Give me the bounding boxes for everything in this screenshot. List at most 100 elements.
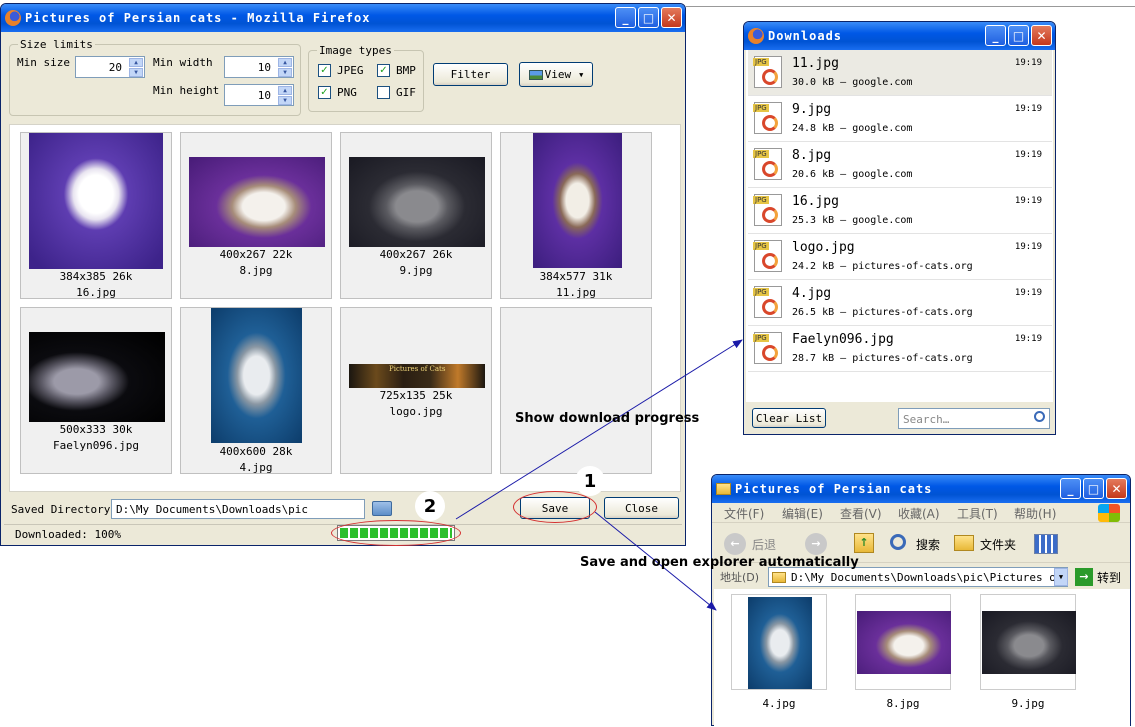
- download-item[interactable]: JPG Faelyn096.jpg 28.7 kB — pictures-of-…: [748, 326, 1052, 372]
- spin-up-icon[interactable]: ▲: [278, 58, 292, 67]
- download-name: 11.jpg: [792, 56, 839, 71]
- firefox-icon: [748, 28, 764, 44]
- maximize-button[interactable]: □: [638, 7, 659, 28]
- spin-up-icon[interactable]: ▲: [278, 86, 292, 95]
- download-name: 9.jpg: [792, 102, 832, 117]
- download-item[interactable]: JPG 16.jpg 25.3 kB — google.com 19:19: [748, 188, 1052, 234]
- image-filename: Faelyn096.jpg: [52, 439, 140, 452]
- gif-checkbox[interactable]: [377, 86, 390, 99]
- forward-arrow-icon[interactable]: →: [805, 533, 827, 555]
- image-cell-faelyn[interactable]: 500x333 30k Faelyn096.jpg: [20, 307, 172, 474]
- image-cell-16[interactable]: 384x385 26k 16.jpg: [20, 132, 172, 299]
- download-name: Faelyn096.jpg: [792, 332, 894, 347]
- maximize-button[interactable]: □: [1083, 478, 1104, 499]
- firefox-titlebar[interactable]: Pictures of Persian cats - Mozilla Firef…: [1, 4, 685, 32]
- image-dims: 400x267 22k: [219, 248, 293, 261]
- cat-photo-9: [349, 157, 485, 247]
- image-cell-8[interactable]: 400x267 22k 8.jpg: [180, 132, 332, 299]
- explorer-titlebar[interactable]: Pictures of Persian cats _ □ ✕: [712, 475, 1130, 503]
- go-label[interactable]: 转到: [1097, 569, 1121, 586]
- firefox-icon: [5, 10, 21, 26]
- image-cell-4[interactable]: 400x600 28k 4.jpg: [180, 307, 332, 474]
- cat-photo-4: [748, 597, 812, 689]
- saved-directory-input[interactable]: D:\My Documents\Downloads\pic: [111, 499, 365, 519]
- spin-down-icon[interactable]: ▼: [278, 68, 292, 77]
- explorer-title: Pictures of Persian cats: [735, 482, 933, 496]
- minimize-button[interactable]: _: [615, 7, 636, 28]
- download-time: 19:19: [1014, 334, 1042, 344]
- menu-view[interactable]: 查看(V): [840, 505, 882, 522]
- search-label[interactable]: 搜索: [916, 536, 940, 553]
- folders-label[interactable]: 文件夹: [980, 536, 1016, 553]
- file-name-8[interactable]: 8.jpg: [855, 697, 951, 710]
- spin-down-icon[interactable]: ▼: [129, 68, 143, 77]
- close-window-button[interactable]: ✕: [1106, 478, 1127, 499]
- saved-directory-value: D:\My Documents\Downloads\pic: [116, 503, 309, 516]
- jpeg-checkbox[interactable]: ✓: [318, 64, 331, 77]
- download-info: 24.2 kB — pictures-of-cats.org: [792, 261, 973, 272]
- back-label[interactable]: 后退: [752, 536, 776, 553]
- downloads-list[interactable]: JPG 11.jpg 30.0 kB — google.com 19:19 JP…: [746, 50, 1053, 402]
- minimize-button[interactable]: _: [1060, 478, 1081, 499]
- menu-tools[interactable]: 工具(T): [957, 505, 998, 522]
- close-window-button[interactable]: ✕: [1031, 25, 1052, 46]
- image-cell-logo[interactable]: Pictures of Cats 725x135 25k logo.jpg: [340, 307, 492, 474]
- download-item[interactable]: JPG logo.jpg 24.2 kB — pictures-of-cats.…: [748, 234, 1052, 280]
- min-height-spinner[interactable]: 10 ▲ ▼: [224, 84, 294, 106]
- png-label: PNG: [337, 86, 357, 99]
- image-cell-11[interactable]: 384x577 31k 11.jpg: [500, 132, 652, 299]
- menu-favorites[interactable]: 收藏(A): [898, 505, 940, 522]
- image-gallery[interactable]: 384x385 26k 16.jpg 400x267 22k 8.jpg 400…: [9, 124, 681, 492]
- image-types-group: Image types: [308, 44, 424, 112]
- download-name: 4.jpg: [792, 286, 832, 301]
- spin-down-icon[interactable]: ▼: [278, 96, 292, 105]
- download-item[interactable]: JPG 9.jpg 24.8 kB — google.com 19:19: [748, 96, 1052, 142]
- go-arrow-icon[interactable]: →: [1075, 568, 1093, 586]
- search-icon[interactable]: [890, 534, 906, 550]
- up-folder-icon[interactable]: ↑: [854, 533, 874, 553]
- download-time: 19:19: [1014, 196, 1042, 206]
- image-cell-9[interactable]: 400x267 26k 9.jpg: [340, 132, 492, 299]
- menu-file[interactable]: 文件(F): [724, 505, 764, 522]
- image-filename: 9.jpg: [399, 264, 433, 277]
- address-input[interactable]: D:\My Documents\Downloads\pic\Pictures o…: [768, 567, 1068, 587]
- file-name-4[interactable]: 4.jpg: [731, 697, 827, 710]
- download-item[interactable]: JPG 4.jpg 26.5 kB — pictures-of-cats.org…: [748, 280, 1052, 326]
- folders-icon[interactable]: [954, 535, 974, 551]
- download-item[interactable]: JPG 11.jpg 30.0 kB — google.com 19:19: [748, 50, 1052, 96]
- view-dropdown-button[interactable]: View ▼: [519, 62, 593, 87]
- folder-icon[interactable]: [372, 501, 392, 516]
- back-arrow-icon[interactable]: ←: [724, 533, 746, 555]
- minimize-button[interactable]: _: [985, 25, 1006, 46]
- folder-icon: [772, 572, 786, 583]
- download-info: 26.5 kB — pictures-of-cats.org: [792, 307, 973, 318]
- maximize-button[interactable]: □: [1008, 25, 1029, 46]
- jpg-file-icon: JPG: [753, 332, 782, 364]
- close-window-button[interactable]: ✕: [661, 7, 682, 28]
- min-size-spinner[interactable]: 20 ▲ ▼: [75, 56, 145, 78]
- views-icon[interactable]: [1034, 534, 1058, 554]
- image-filename: 11.jpg: [556, 286, 596, 299]
- download-info: 20.6 kB — google.com: [792, 169, 913, 180]
- cat-photo-11: [533, 133, 622, 268]
- bmp-checkbox[interactable]: ✓: [377, 64, 390, 77]
- downloads-titlebar[interactable]: Downloads _ □ ✕: [744, 22, 1055, 50]
- file-thumb-9[interactable]: [980, 594, 1076, 690]
- menu-edit[interactable]: 编辑(E): [782, 505, 823, 522]
- file-thumb-8[interactable]: [855, 594, 951, 690]
- address-dropdown-icon[interactable]: ▼: [1054, 568, 1068, 586]
- background-separator: [686, 6, 1135, 7]
- explorer-file-area[interactable]: 4.jpg 8.jpg 9.jpg: [714, 589, 1130, 727]
- spin-up-icon[interactable]: ▲: [129, 58, 143, 67]
- close-button[interactable]: Close: [604, 497, 679, 519]
- clear-list-button[interactable]: Clear List: [752, 408, 826, 428]
- download-item[interactable]: JPG 8.jpg 20.6 kB — google.com 19:19: [748, 142, 1052, 188]
- min-width-spinner[interactable]: 10 ▲ ▼: [224, 56, 294, 78]
- size-limits-label: Size limits: [18, 38, 95, 51]
- filter-button[interactable]: Filter: [433, 63, 508, 86]
- downloads-search-input[interactable]: Search…: [898, 408, 1050, 429]
- png-checkbox[interactable]: ✓: [318, 86, 331, 99]
- file-name-9[interactable]: 9.jpg: [980, 697, 1076, 710]
- menu-help[interactable]: 帮助(H): [1014, 505, 1056, 522]
- file-thumb-4[interactable]: [731, 594, 827, 690]
